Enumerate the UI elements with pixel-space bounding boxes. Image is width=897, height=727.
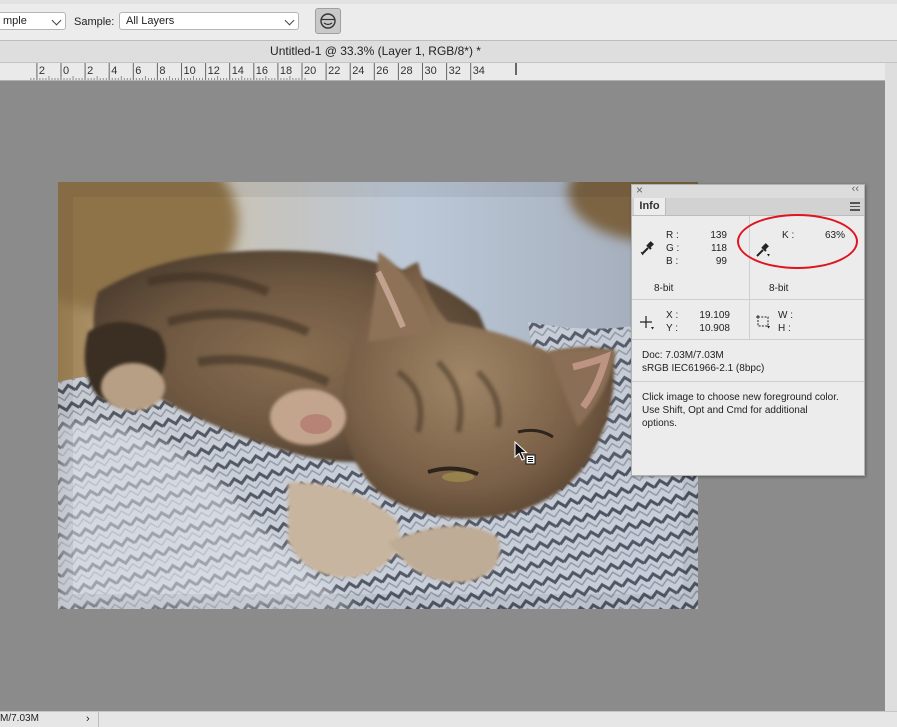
ruler-ticks: 2 0 2 4 6 8 10 12 14 16 18 20 22 24 26 28 30 32 34: [30, 63, 517, 80]
sample-layers-select[interactable]: All Layers: [119, 12, 299, 30]
sampling-ring-icon: [320, 13, 336, 29]
ruler-label: 4: [111, 65, 117, 77]
ruler-label: 2: [39, 65, 45, 77]
status-doc-size: M/7.03M: [0, 713, 39, 724]
w-label: W :: [778, 310, 793, 321]
sample-layers-value: All Layers: [126, 15, 175, 27]
status-divider: [98, 712, 99, 727]
sample-size-value: mple: [3, 15, 27, 27]
panel-titlebar[interactable]: × ‹‹: [632, 183, 864, 198]
doc-size-info: Doc: 7.03M/7.03M: [642, 350, 724, 361]
ruler-label: 26: [376, 65, 388, 77]
x-label: X :: [666, 310, 679, 321]
ruler-label: 0: [63, 65, 69, 77]
panel-tab-row: Info: [632, 198, 864, 216]
r-value: 139: [710, 230, 727, 241]
ruler-label: 22: [328, 65, 340, 77]
y-value: 10.908: [699, 323, 730, 334]
color-profile-info: sRGB IEC61966-2.1 (8bpc): [642, 363, 765, 374]
sample-label: Sample:: [74, 16, 115, 28]
b-value: 99: [715, 256, 727, 267]
chevron-down-icon: [51, 15, 62, 26]
annotation-circle: [737, 214, 858, 269]
k-bit-depth: 8-bit: [769, 283, 789, 294]
chevron-down-icon: [284, 15, 295, 26]
ruler-label: 24: [352, 65, 364, 77]
selection-size-icon: [756, 315, 770, 329]
options-bar: mple Sample: All Layers: [0, 0, 897, 41]
eyedropper-icon[interactable]: [640, 240, 654, 256]
canvas-image-kitten[interactable]: [58, 182, 698, 609]
ruler-label: 18: [280, 65, 292, 77]
sampling-ring-toggle[interactable]: [315, 8, 341, 34]
divider: [632, 299, 864, 300]
ruler-label: 30: [425, 65, 437, 77]
divider: [632, 381, 864, 382]
divider: [749, 300, 750, 339]
ruler-label: 34: [473, 65, 485, 77]
ruler-label: 14: [232, 65, 244, 77]
horizontal-ruler[interactable]: 2 0 2 4 6 8 10 12 14 16 18 20 22 24 26 28 30 32 34: [0, 63, 885, 81]
ruler-label: 16: [256, 65, 268, 77]
info-hint-text: Click image to choose new foreground col…: [642, 392, 839, 429]
close-icon[interactable]: ×: [636, 183, 643, 197]
kitten-photo: [58, 182, 698, 609]
ruler-label: 28: [400, 65, 412, 77]
document-title: Untitled-1 @ 33.3% (Layer 1, RGB/8*) *: [270, 44, 481, 58]
tab-info[interactable]: Info: [634, 198, 666, 215]
ruler-label: 8: [159, 65, 165, 77]
g-value: 118: [711, 243, 727, 254]
status-menu-arrow-icon[interactable]: ›: [86, 712, 90, 726]
document-tab[interactable]: Untitled-1 @ 33.3% (Layer 1, RGB/8*) *: [0, 41, 897, 63]
ruler-label: 2: [87, 65, 93, 77]
status-bar: M/7.03M ›: [0, 711, 897, 727]
r-label: R :: [666, 230, 679, 241]
y-label: Y :: [666, 323, 679, 334]
h-label: H :: [778, 323, 791, 334]
panel-menu-icon[interactable]: [850, 202, 860, 213]
menu-bar-edge: [0, 0, 897, 4]
x-value: 19.109: [699, 310, 730, 321]
mouse-pointer-icon: [514, 441, 536, 465]
ruler-label: 32: [449, 65, 461, 77]
ruler-label: 20: [304, 65, 316, 77]
ruler-label: 12: [208, 65, 220, 77]
g-label: G :: [666, 243, 680, 254]
ruler-label: 6: [135, 65, 141, 77]
rgb-bit-depth: 8-bit: [654, 283, 674, 294]
b-label: B :: [666, 256, 679, 267]
vertical-scrollbar[interactable]: [885, 63, 897, 711]
sample-size-select[interactable]: mple: [0, 12, 66, 30]
divider: [632, 339, 864, 340]
ruler-label: 10: [184, 65, 196, 77]
collapse-icon[interactable]: ‹‹: [852, 183, 859, 195]
crosshair-icon: [640, 316, 654, 330]
